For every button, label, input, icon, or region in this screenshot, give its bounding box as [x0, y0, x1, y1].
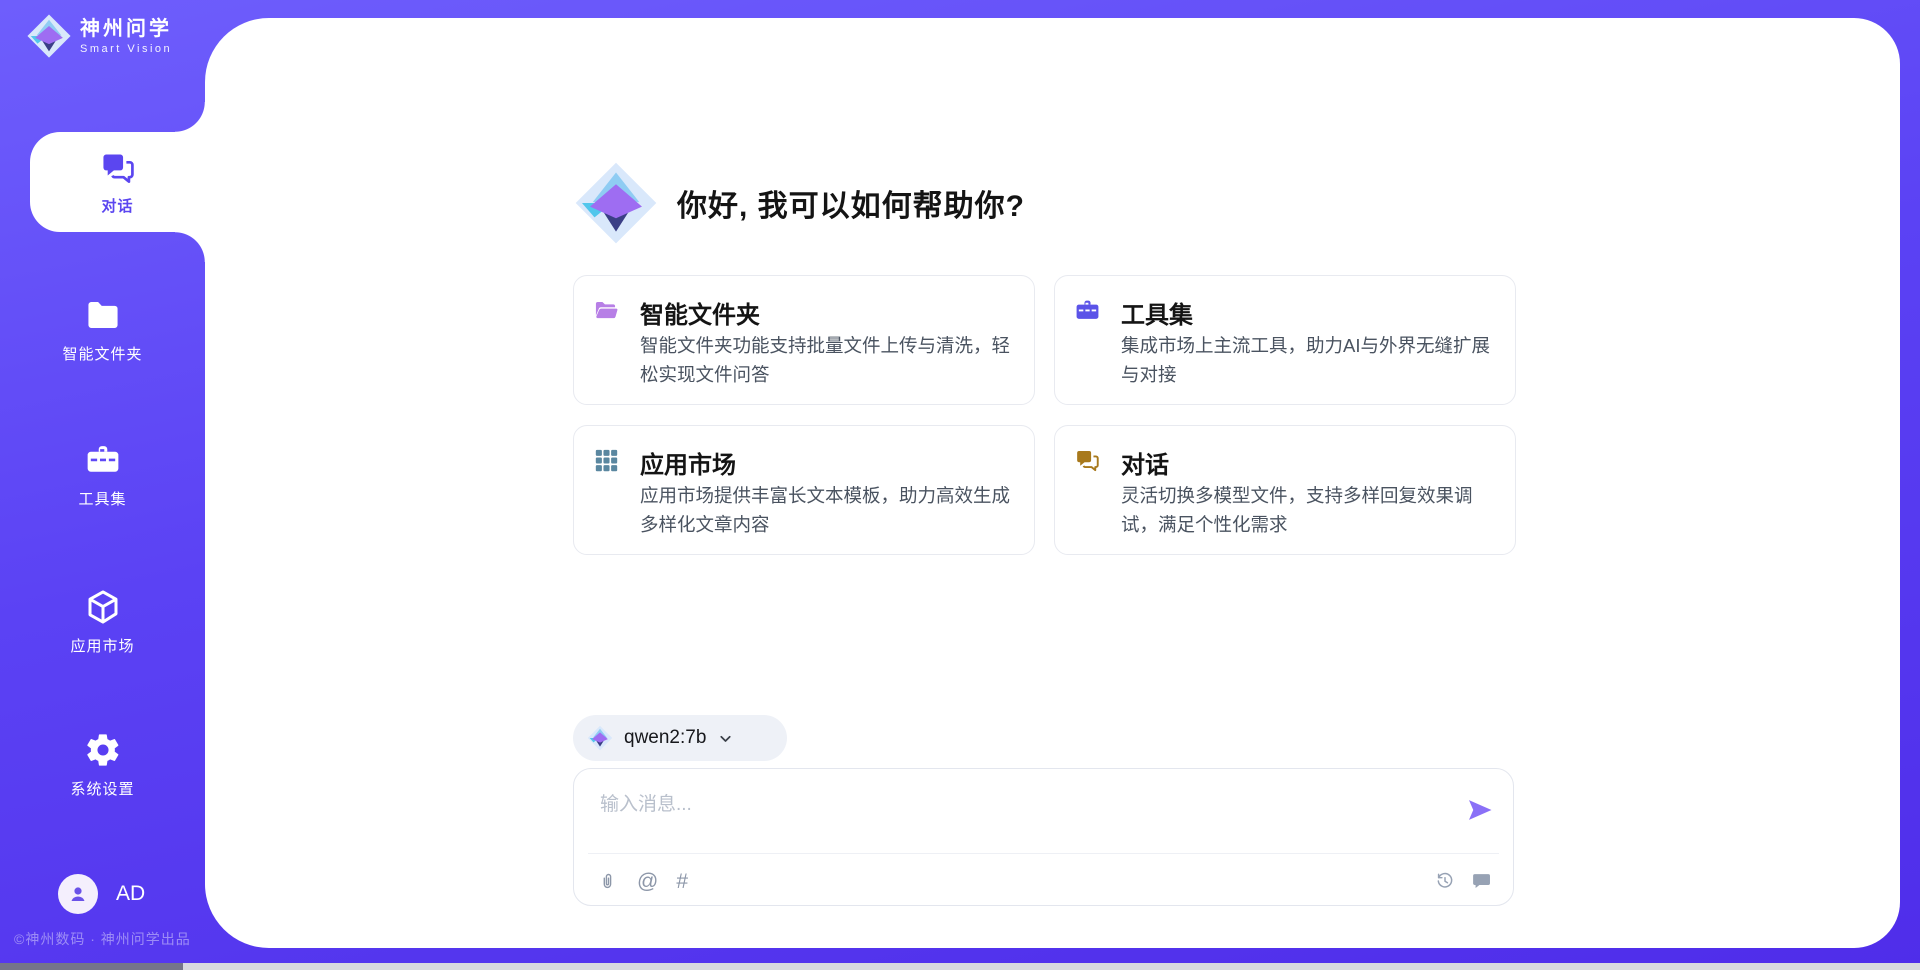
send-icon[interactable]: [1465, 795, 1495, 825]
hash-icon[interactable]: #: [676, 871, 688, 892]
card-description: 灵活切换多模型文件，支持多样回复效果调试，满足个性化需求: [1121, 481, 1497, 539]
paperclip-icon[interactable]: [598, 871, 619, 892]
scrollbar-thumb[interactable]: [0, 963, 183, 970]
chat-icon: [1074, 447, 1101, 474]
sidebar-item-label: 智能文件夹: [62, 343, 142, 364]
comment-icon[interactable]: [1471, 870, 1493, 892]
greeting-text: 你好, 我可以如何帮助你?: [677, 181, 1025, 225]
sidebar-item-label: 应用市场: [70, 635, 134, 656]
sidebar-item-settings[interactable]: 系统设置: [0, 731, 205, 799]
history-icon[interactable]: [1434, 870, 1456, 892]
message-composer: @ #: [573, 768, 1514, 906]
sidebar-item-app-market[interactable]: 应用市场: [0, 588, 205, 656]
feature-card-app-market[interactable]: 应用市场 应用市场提供丰富长文本模板，助力高效生成多样化文章内容: [573, 425, 1035, 555]
folder-icon: [84, 296, 122, 334]
grid-icon: [593, 447, 620, 474]
gear-icon: [84, 731, 122, 769]
card-title: 对话: [1121, 445, 1169, 480]
sidebar-item-label: 系统设置: [70, 778, 134, 799]
card-title: 工具集: [1121, 295, 1193, 330]
card-title: 智能文件夹: [640, 295, 760, 330]
diamond-logo-icon: [587, 725, 613, 751]
brand-subtitle: Smart Vision: [80, 43, 172, 55]
copyright-footer: ©神州数码 · 神州问学出品: [14, 929, 191, 949]
main-panel: 你好, 我可以如何帮助你? 智能文件夹 智能文件夹功能支持批量文件上传与清洗，轻…: [205, 18, 1900, 948]
card-description: 智能文件夹功能支持批量文件上传与清洗，轻松实现文件问答: [640, 331, 1016, 389]
briefcase-icon: [84, 441, 122, 479]
card-description: 应用市场提供丰富长文本模板，助力高效生成多样化文章内容: [640, 481, 1016, 539]
briefcase-icon: [1074, 297, 1101, 324]
chat-icon: [99, 149, 137, 187]
app-window: 神州问学 Smart Vision 对话 智能文件夹 工具集: [0, 0, 1920, 970]
user-name: AD: [116, 882, 145, 906]
card-title: 应用市场: [640, 445, 736, 480]
greeting: 你好, 我可以如何帮助你?: [573, 160, 1025, 246]
composer-toolbar-right: [1434, 865, 1493, 897]
open-folder-icon: [593, 297, 620, 324]
brand: 神州问学 Smart Vision: [26, 13, 172, 59]
user-avatar-icon: [66, 882, 90, 906]
sidebar-item-chat[interactable]: 对话: [30, 132, 205, 232]
at-icon[interactable]: @: [637, 871, 658, 892]
model-selector[interactable]: qwen2:7b: [573, 715, 787, 761]
user-profile[interactable]: AD: [58, 874, 145, 914]
message-input[interactable]: [600, 785, 1400, 825]
card-description: 集成市场上主流工具，助力AI与外界无缝扩展与对接: [1121, 331, 1497, 389]
diamond-logo-icon: [573, 160, 659, 246]
avatar: [58, 874, 98, 914]
horizontal-scrollbar[interactable]: [0, 963, 1920, 970]
model-name: qwen2:7b: [624, 727, 706, 749]
composer-toolbar-left: @ #: [598, 865, 688, 897]
sidebar-item-smart-folder[interactable]: 智能文件夹: [0, 296, 205, 364]
sidebar-item-label: 工具集: [78, 488, 126, 509]
feature-card-toolset[interactable]: 工具集 集成市场上主流工具，助力AI与外界无缝扩展与对接: [1054, 275, 1516, 405]
chevron-down-icon: [717, 730, 734, 747]
sidebar: 神州问学 Smart Vision 对话 智能文件夹 工具集: [0, 0, 205, 970]
brand-name: 神州问学: [80, 18, 172, 40]
sidebar-item-label: 对话: [101, 195, 133, 216]
composer-divider: [588, 853, 1499, 854]
sidebar-item-toolset[interactable]: 工具集: [0, 441, 205, 509]
feature-card-chat[interactable]: 对话 灵活切换多模型文件，支持多样回复效果调试，满足个性化需求: [1054, 425, 1516, 555]
diamond-logo-icon: [26, 13, 72, 59]
cube-icon: [84, 588, 122, 626]
feature-card-smart-folder[interactable]: 智能文件夹 智能文件夹功能支持批量文件上传与清洗，轻松实现文件问答: [573, 275, 1035, 405]
